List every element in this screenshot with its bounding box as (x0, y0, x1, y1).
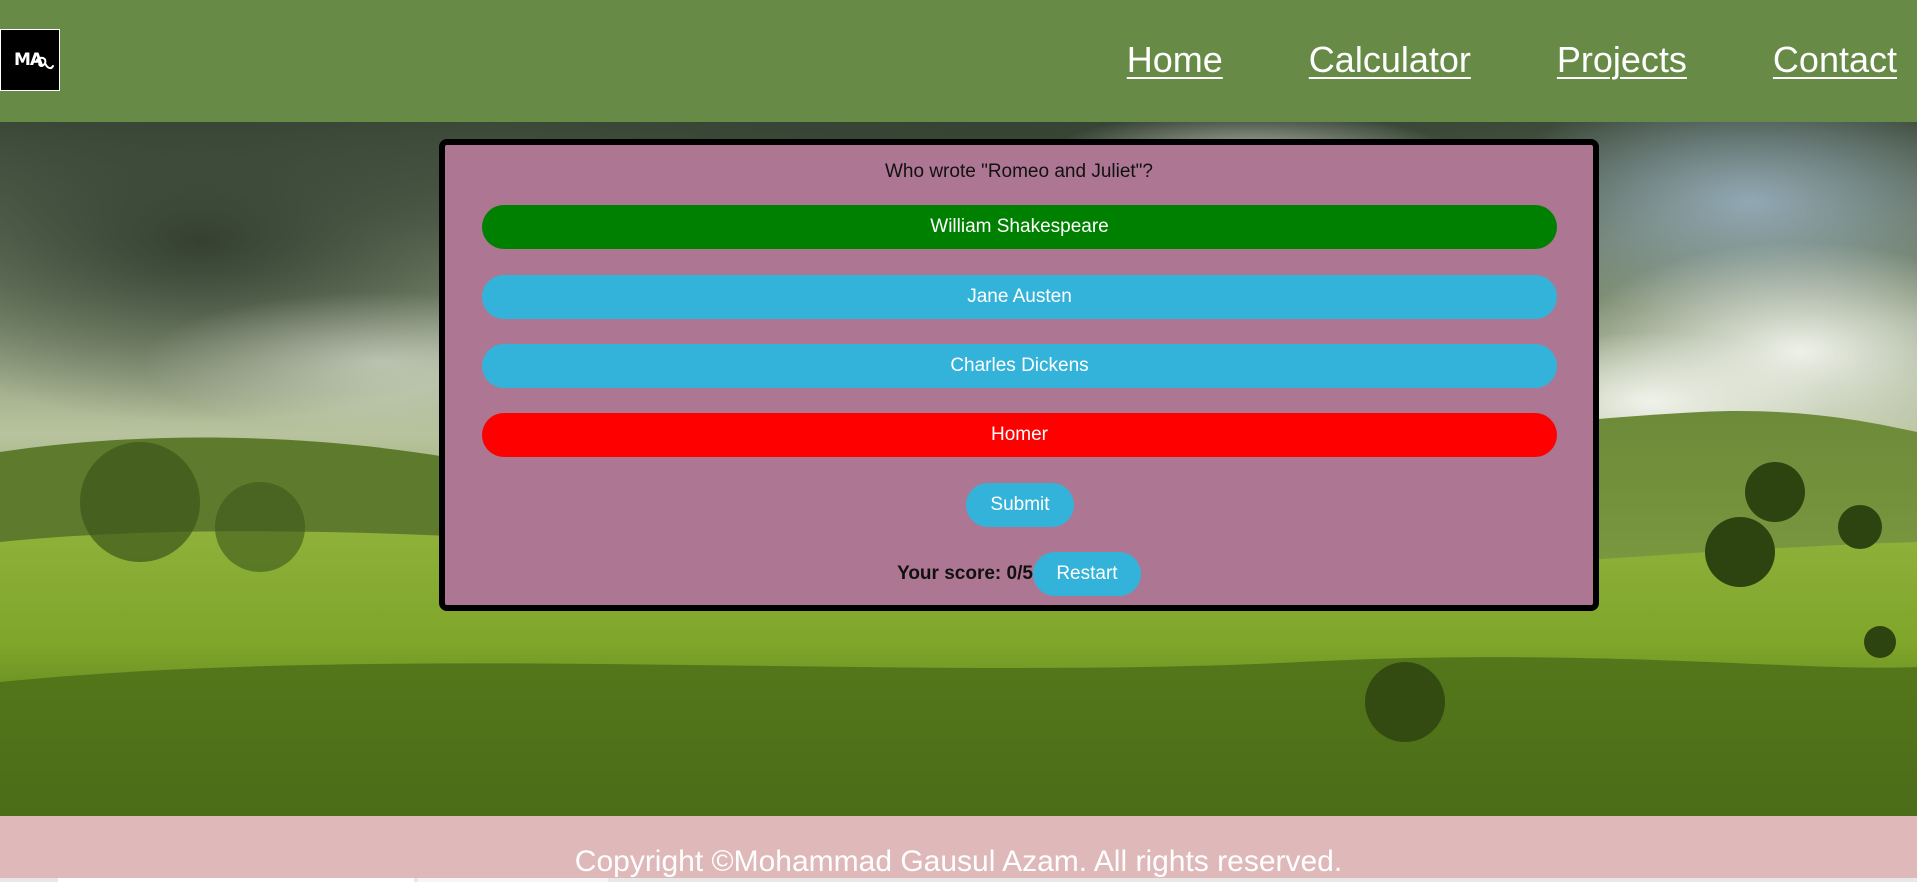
copyright-text: Copyright ©Mohammad Gausul Azam. All rig… (574, 845, 1343, 878)
quiz-question: Who wrote "Romeo and Juliet"? (884, 161, 1153, 182)
nav-projects[interactable]: Projects (1557, 40, 1687, 80)
answer-label: Jane Austen (967, 286, 1072, 307)
answer-option-4[interactable]: Homer (482, 413, 1557, 457)
horizontal-scrollbar[interactable] (0, 878, 1917, 882)
site-footer: Copyright ©Mohammad Gausul Azam. All rig… (0, 816, 1917, 882)
site-header: MA Home Calculator Projects Contact (0, 0, 1917, 122)
nav-home[interactable]: Home (1127, 40, 1223, 80)
scrollbar-thumb[interactable] (58, 878, 414, 882)
nav-contact[interactable]: Contact (1773, 40, 1897, 80)
answer-option-2[interactable]: Jane Austen (482, 275, 1557, 319)
site-logo[interactable]: MA (0, 29, 60, 91)
logo-swirl-icon (36, 56, 54, 70)
answer-option-3[interactable]: Charles Dickens (482, 344, 1557, 388)
scrollbar-thumb-secondary (418, 878, 608, 882)
quiz-card: Who wrote "Romeo and Juliet"? William Sh… (439, 139, 1599, 611)
score-text: Your score: 0/5 (897, 563, 1033, 584)
main-nav: Home Calculator Projects Contact (1127, 40, 1897, 80)
answer-label: Charles Dickens (950, 355, 1089, 376)
page: MA Home Calculator Projects Contact Who … (0, 0, 1917, 882)
nav-calculator[interactable]: Calculator (1309, 40, 1471, 80)
score-row: Your score: 0/5 Restart (445, 552, 1593, 596)
answer-label: William Shakespeare (930, 216, 1109, 237)
submit-button[interactable]: Submit (966, 483, 1074, 527)
answer-option-1[interactable]: William Shakespeare (482, 205, 1557, 249)
answer-label: Homer (990, 424, 1048, 445)
restart-button[interactable]: Restart (1032, 552, 1141, 596)
